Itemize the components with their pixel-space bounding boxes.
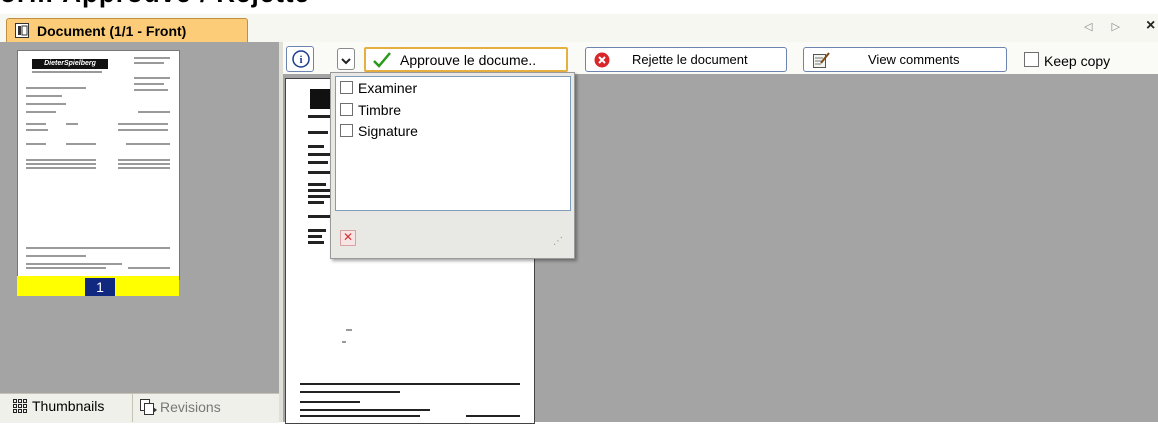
thumbnails-tab[interactable]: Thumbnails [12, 398, 104, 414]
thumbnail-logo: DieterSpielberg [32, 59, 108, 69]
keep-copy-box[interactable] [1024, 52, 1039, 67]
view-comments-button[interactable]: View comments [803, 47, 1007, 72]
close-tab-icon[interactable]: × [1146, 17, 1158, 35]
option-label: Signature [358, 123, 418, 139]
tab-divider [132, 394, 133, 422]
resize-grip-icon[interactable]: ⋰ [553, 236, 563, 247]
keep-copy-label: Keep copy [1044, 53, 1111, 69]
option-label: Timbre [358, 102, 402, 118]
document-icon [15, 23, 29, 38]
window-heading: or… Approuve / Rejette [0, 0, 310, 8]
approve-label: Approuve le docume.. [400, 52, 537, 68]
approve-button[interactable]: Approuve le docume.. [364, 47, 568, 72]
chevron-down-icon [341, 54, 351, 69]
thumbnails-tab-label: Thumbnails [32, 398, 105, 414]
option-checkbox[interactable] [340, 103, 353, 116]
revisions-tab-label: Revisions [160, 399, 221, 415]
option-signature[interactable]: Signature [340, 123, 418, 141]
revisions-icon [138, 398, 158, 416]
page-thumbnail[interactable]: DieterSpielberg [17, 50, 180, 280]
page-logo [310, 89, 332, 109]
revisions-tab[interactable]: Revisions [138, 398, 221, 416]
reject-icon [594, 52, 610, 71]
reject-label: Rejette le document [632, 52, 748, 67]
option-timbre[interactable]: Timbre [340, 102, 401, 120]
option-label: Examiner [358, 80, 418, 96]
info-icon: i [292, 50, 310, 71]
document-tab-label: Document (1/1 - Front) [37, 23, 187, 39]
svg-text:i: i [299, 54, 302, 66]
reject-button[interactable]: Rejette le document [585, 47, 787, 72]
option-checkbox[interactable] [340, 81, 353, 94]
approve-options-dropdown[interactable] [337, 48, 355, 70]
page-number: 1 [85, 278, 115, 296]
option-checkbox[interactable] [340, 124, 353, 137]
notepad-icon [812, 51, 830, 72]
view-comments-label: View comments [868, 52, 960, 67]
info-button[interactable]: i [286, 46, 314, 72]
thumbnails-grid-icon [12, 398, 28, 414]
option-examiner[interactable]: Examiner [340, 80, 417, 98]
keep-copy-checkbox[interactable]: Keep copy [1024, 52, 1110, 69]
document-tab[interactable]: Document (1/1 - Front) [6, 18, 248, 43]
clear-selection-icon[interactable]: ✕ [340, 230, 356, 246]
checkmark-icon [372, 51, 392, 72]
tab-scroll-arrows[interactable]: ◁ ▷ [1084, 20, 1128, 33]
